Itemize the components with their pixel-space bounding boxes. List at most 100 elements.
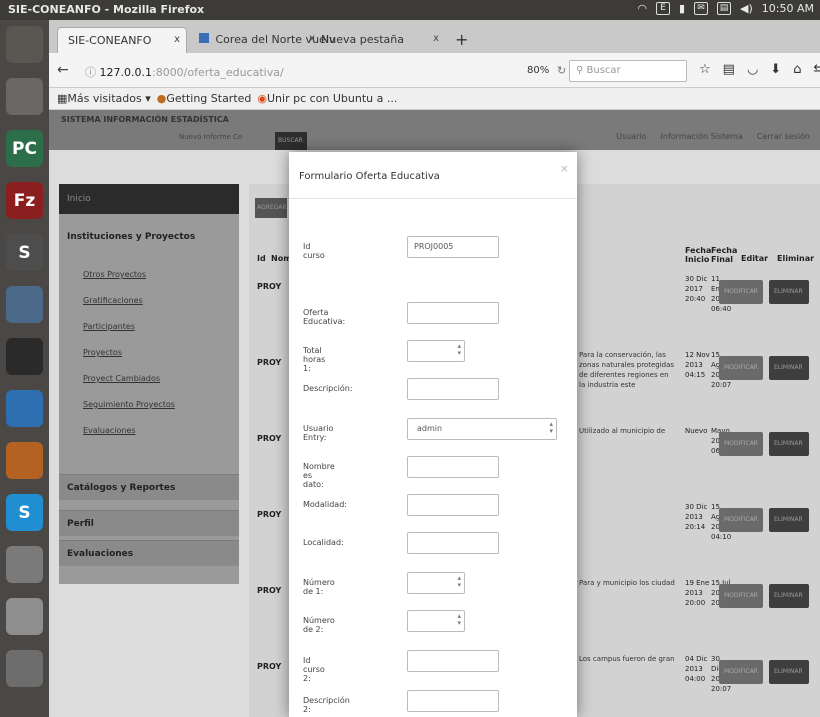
home-icon[interactable]: ⌂ xyxy=(793,62,801,77)
browser-navbar: ← ⓘ 127.0.0.1:8000/oferta_educativa/ 80%… xyxy=(49,53,820,88)
network-icon[interactable] xyxy=(6,286,43,323)
network-status-icon[interactable]: ▤ xyxy=(717,2,732,15)
mail-icon[interactable]: ✉ xyxy=(694,2,709,15)
sidebar-link-proyect-cambiados[interactable]: Proyect Cambiados xyxy=(83,374,160,383)
reload-icon[interactable]: ↻ xyxy=(557,64,566,77)
row-description: Para y municipio los ciudad xyxy=(579,579,675,587)
filezilla-icon[interactable]: Fz xyxy=(6,182,43,219)
edit-button[interactable]: MODIFICAR xyxy=(719,660,763,684)
delete-button[interactable]: ELIMINAR xyxy=(769,508,809,532)
sidebar-link-seguimiento[interactable]: Seguimiento Proyectos xyxy=(83,400,175,409)
pycharm-icon[interactable]: PC xyxy=(6,130,43,167)
url-bar[interactable]: ⓘ 127.0.0.1:8000/oferta_educativa/ xyxy=(79,60,545,82)
tab-sie-coneanfo[interactable]: SIE-CONEANFO x xyxy=(57,27,187,53)
header-search-button[interactable]: BUSCAR xyxy=(275,132,307,150)
text-field[interactable] xyxy=(407,690,499,712)
battery-icon[interactable]: ▮ xyxy=(679,2,685,15)
firefox-icon[interactable] xyxy=(6,442,43,479)
sync-icon[interactable]: ⇆ xyxy=(813,62,820,77)
bookmark-getting-started[interactable]: ●Getting Started xyxy=(157,92,252,105)
volume-icon[interactable]: ◀) xyxy=(740,2,753,15)
remote-icon[interactable] xyxy=(6,390,43,427)
bookmark-mas-visitados[interactable]: ▦Más visitados ▾ xyxy=(57,92,151,105)
system-tray: ◠ E ▮ ✉ ▤ ◀) 10:50 AM xyxy=(637,2,814,15)
modal-header: Formulario Oferta Educativa × xyxy=(289,152,577,199)
disk-icon[interactable] xyxy=(6,598,43,635)
delete-button[interactable]: ELIMINAR xyxy=(769,660,809,684)
bookmark-unir-pc[interactable]: ◉Unir pc con Ubuntu a ... xyxy=(257,92,397,105)
download-icon[interactable]: ⬇ xyxy=(770,62,781,77)
user-select[interactable]: admin ▴ ▾ xyxy=(407,418,557,440)
url-path: :8000/oferta_educativa/ xyxy=(151,66,284,79)
sidebar-link-otros-proyectos[interactable]: Otros Proyectos xyxy=(83,270,146,279)
spinner-arrows-icon[interactable]: ▴ ▾ xyxy=(457,575,461,589)
select-arrows-icon[interactable]: ▴ ▾ xyxy=(549,421,553,435)
delete-button[interactable]: ELIMINAR xyxy=(769,356,809,380)
back-arrow-icon[interactable]: ← xyxy=(57,62,69,78)
bookmark-star-icon[interactable]: ☆ xyxy=(699,62,711,77)
sidebar-item-evaluaciones[interactable]: Evaluaciones xyxy=(59,540,239,566)
sidebar-item-catalogos[interactable]: Catálogos y Reportes xyxy=(59,474,239,500)
spinner-arrows-icon[interactable]: ▴ ▾ xyxy=(457,343,461,357)
info-icon[interactable]: ⓘ xyxy=(85,66,100,79)
text-field[interactable]: PROJ0005 xyxy=(407,236,499,258)
col-header-id: Id xyxy=(257,254,266,263)
reading-list-icon[interactable]: ▤ xyxy=(723,62,735,77)
col-header-start: Fecha Inicio xyxy=(685,246,712,264)
number-field[interactable]: ▴ ▾ xyxy=(407,572,465,594)
field-value: admin xyxy=(417,424,443,433)
sidebar-link-participantes[interactable]: Participantes xyxy=(83,322,135,331)
text-field[interactable] xyxy=(407,456,499,478)
delete-button[interactable]: ELIMINAR xyxy=(769,280,809,304)
edit-button[interactable]: MODIFICAR xyxy=(719,356,763,380)
close-icon[interactable]: × xyxy=(560,162,569,175)
clock[interactable]: 10:50 AM xyxy=(762,2,814,15)
number-field[interactable]: ▴ ▾ xyxy=(407,340,465,362)
add-button[interactable]: AGREGAR xyxy=(255,198,287,218)
text-field[interactable] xyxy=(407,378,499,400)
sidebar-link-evaluaciones[interactable]: Evaluaciones xyxy=(83,426,136,435)
sidebar-item-perfil[interactable]: Perfil xyxy=(59,510,239,536)
edit-button[interactable]: MODIFICAR xyxy=(719,508,763,532)
new-tab-icon[interactable]: + xyxy=(455,30,468,49)
header-link-info[interactable]: Información Sistema xyxy=(661,132,743,141)
number-field[interactable]: ▴ ▾ xyxy=(407,610,465,632)
header-link-user[interactable]: Usuario xyxy=(616,132,646,141)
header-link-logout[interactable]: Cerrar sesión xyxy=(757,132,810,141)
keyboard-icon[interactable]: E xyxy=(655,2,670,15)
delete-button[interactable]: ELIMINAR xyxy=(769,432,809,456)
edit-button[interactable]: MODIFICAR xyxy=(719,280,763,304)
field-label: Localidad: xyxy=(303,538,344,547)
zoom-level[interactable]: 80% xyxy=(527,65,549,76)
pocket-icon[interactable]: ◡ xyxy=(747,62,758,77)
close-tab-icon[interactable]: x xyxy=(433,33,439,44)
sublime-icon[interactable]: S xyxy=(6,234,43,271)
sidebar-link-gratificaciones[interactable]: Gratificaciones xyxy=(83,296,143,305)
system-top-bar: SIE-CONEANFO - Mozilla Firefox ◠ E ▮ ✉ ▤… xyxy=(0,0,820,20)
terminal-icon[interactable] xyxy=(6,338,43,375)
sidebar-link-proyectos[interactable]: Proyectos xyxy=(83,348,122,357)
text-field[interactable] xyxy=(407,494,499,516)
chat-icon[interactable] xyxy=(6,546,43,583)
spinner-arrows-icon[interactable]: ▴ ▾ xyxy=(457,613,461,627)
edit-button[interactable]: MODIFICAR xyxy=(719,584,763,608)
toolbar-icons: ☆ ▤ ◡ ⬇ ⌂ ⇆ ☰ xyxy=(699,62,820,77)
row-id: PROY xyxy=(257,434,282,443)
skype-icon[interactable]: S xyxy=(6,494,43,531)
text-field[interactable] xyxy=(407,532,499,554)
trash-icon[interactable] xyxy=(6,650,43,687)
page-brand: SISTEMA INFORMACIÓN ESTADÍSTICA xyxy=(61,115,229,124)
text-field[interactable] xyxy=(407,650,499,672)
files-icon[interactable] xyxy=(6,78,43,115)
close-tab-icon[interactable]: x xyxy=(174,34,180,45)
tab-nueva-pestana[interactable]: Nueva pestaña x xyxy=(311,27,445,53)
sidebar-section-title[interactable]: Instituciones y Proyectos xyxy=(67,232,195,242)
search-icon[interactable] xyxy=(6,26,43,63)
text-field[interactable] xyxy=(407,302,499,324)
delete-button[interactable]: ELIMINAR xyxy=(769,584,809,608)
tab-corea-del-norte[interactable]: Corea del Norte vuelv x xyxy=(189,27,335,53)
edit-button[interactable]: MODIFICAR xyxy=(719,432,763,456)
sidebar-item-inicio[interactable]: Inicio xyxy=(59,184,239,214)
wifi-icon[interactable]: ◠ xyxy=(637,2,647,15)
search-input[interactable]: ⚲ Buscar xyxy=(569,60,687,82)
